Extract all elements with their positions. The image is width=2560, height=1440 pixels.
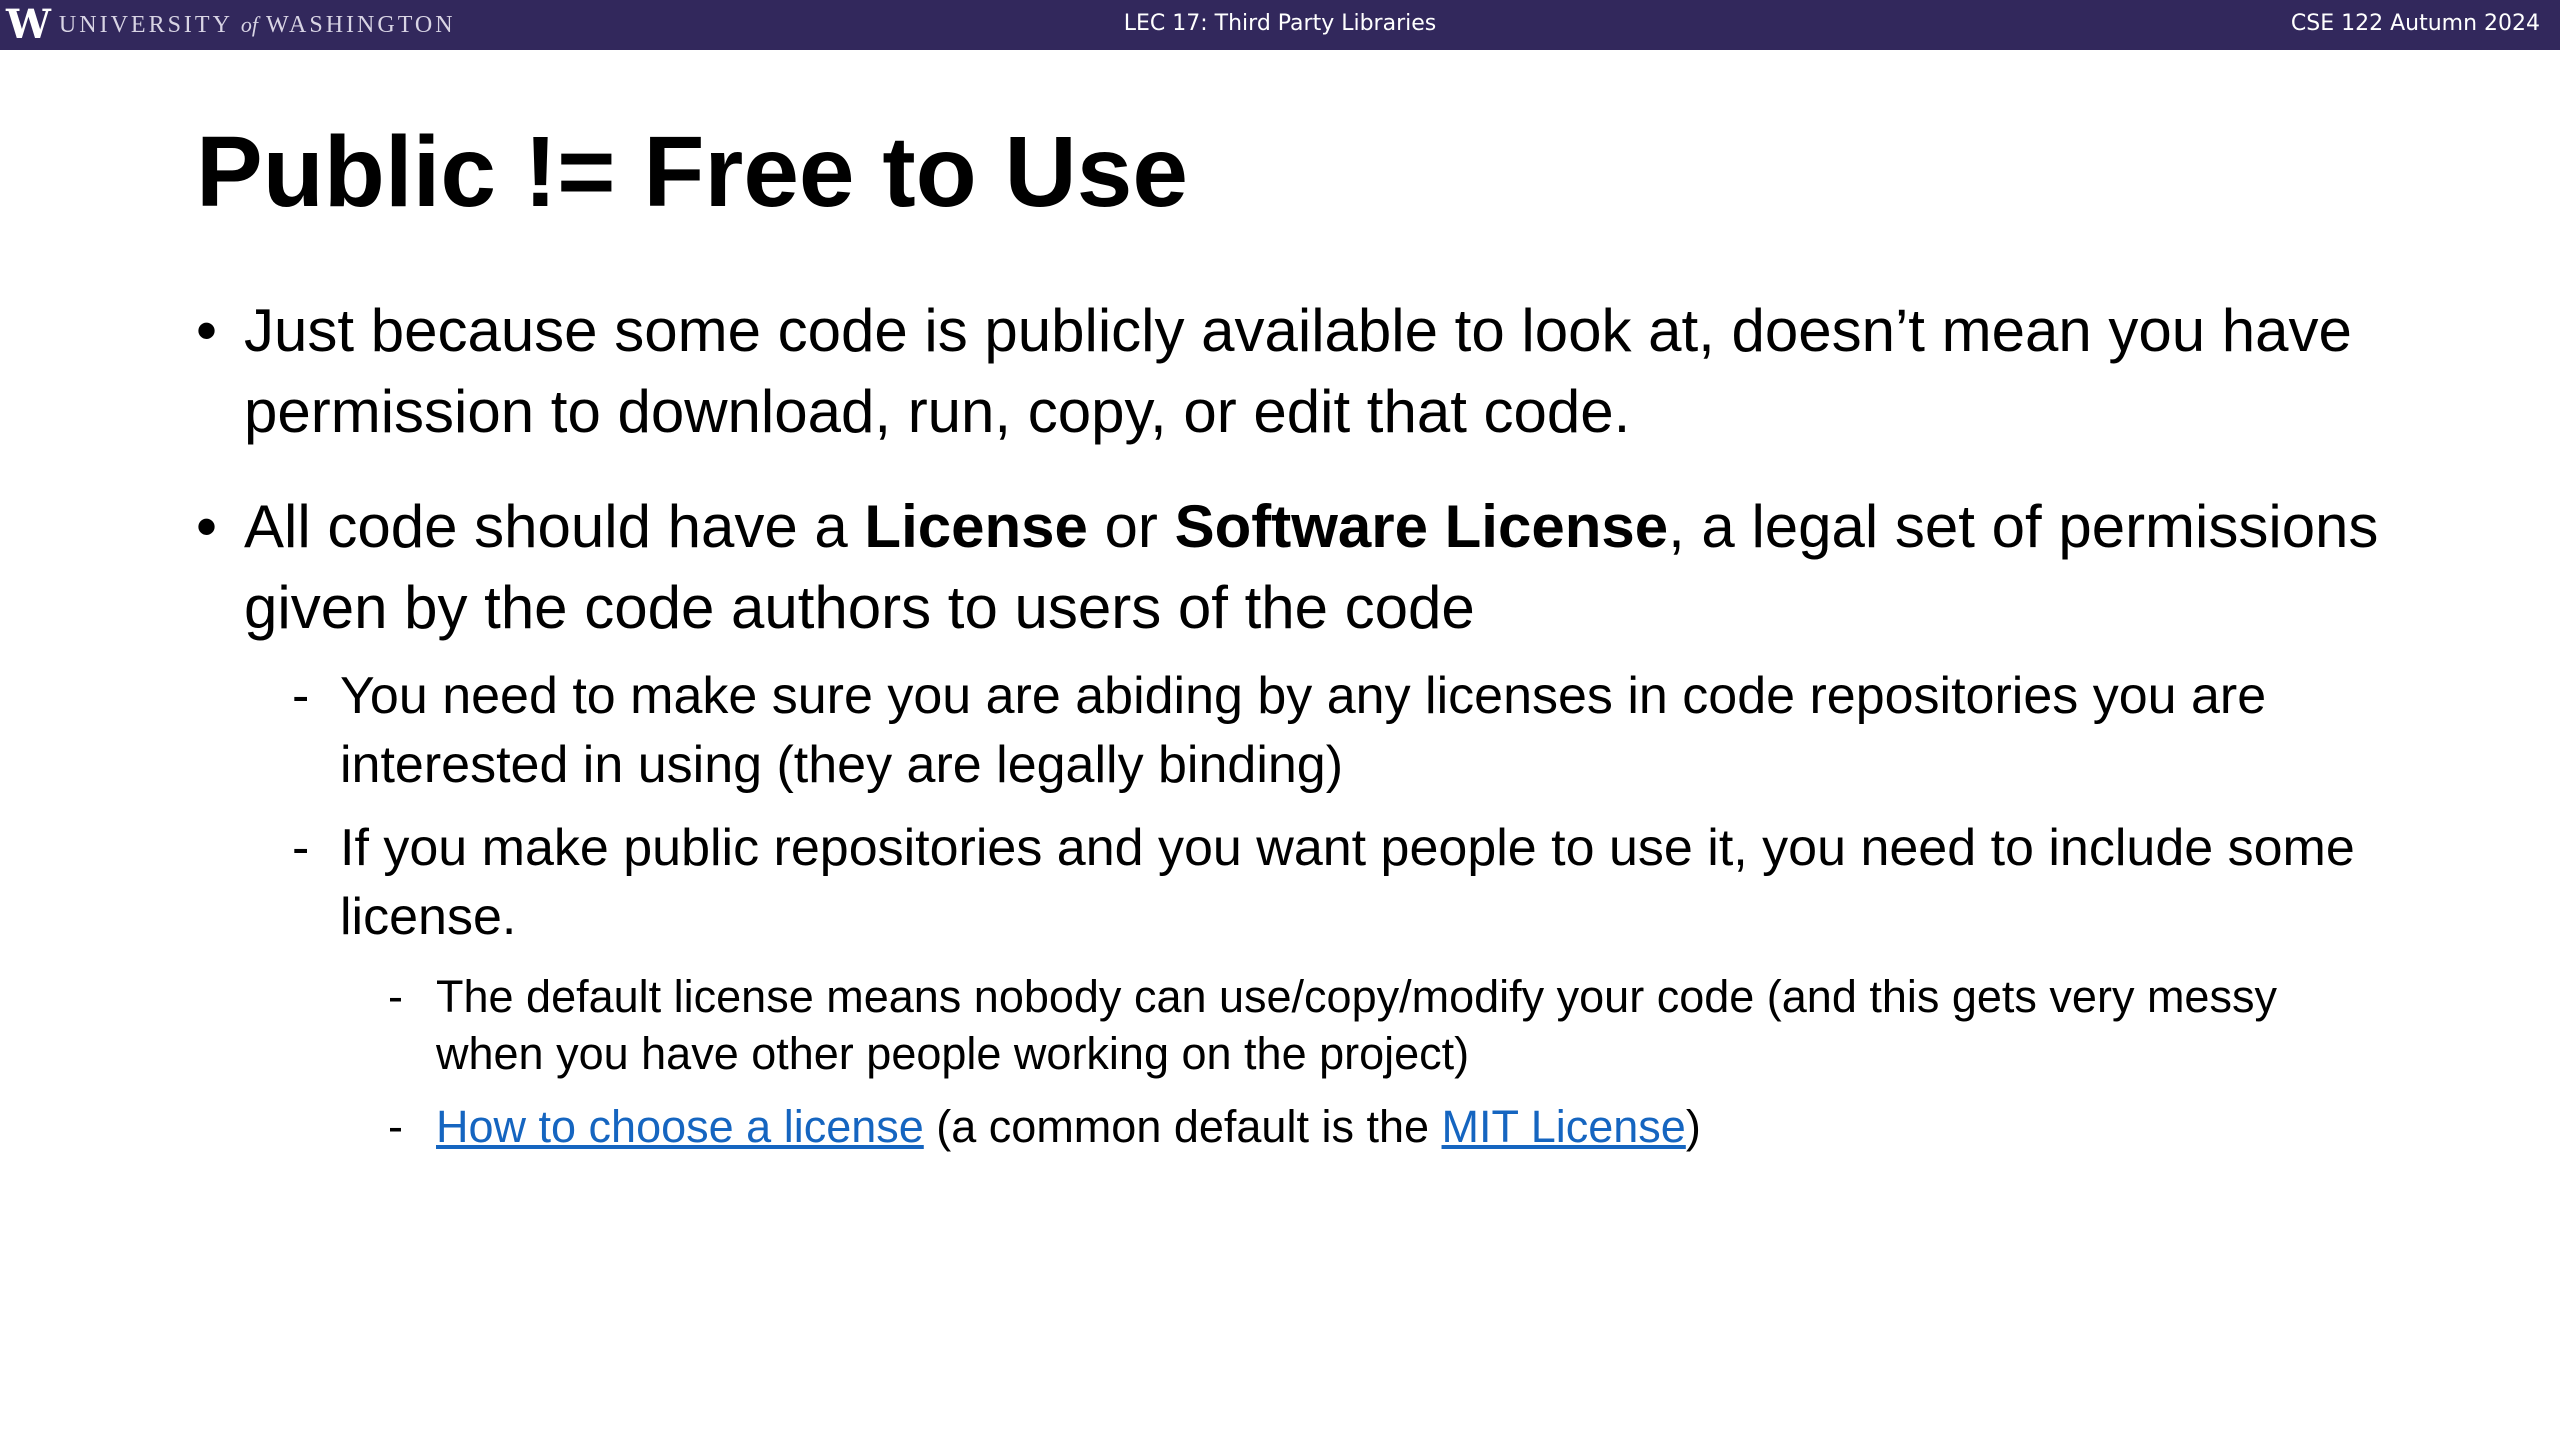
bullet-text-part: All code should have a bbox=[244, 493, 865, 560]
dash-icon: - bbox=[292, 819, 310, 877]
sub-bullet-text: You need to make sure you are abiding by… bbox=[340, 667, 2267, 794]
slide-body: • Just because some code is publicly ava… bbox=[196, 290, 2396, 1171]
bullet-text-part: or bbox=[1087, 493, 1175, 560]
header-bar: W UNIVERSITY of WASHINGTON LEC 17: Third P… bbox=[0, 0, 2560, 50]
sub-sub-bullet-text: The default license means nobody can use… bbox=[436, 971, 2277, 1079]
slide: W UNIVERSITY of WASHINGTON LEC 17: Third P… bbox=[0, 0, 2560, 1440]
lecture-title: LEC 17: Third Party Libraries bbox=[1123, 11, 1437, 36]
dash-icon: - bbox=[388, 1101, 403, 1152]
bullet-dot-icon: • bbox=[196, 297, 218, 364]
software-license-term: Software License bbox=[1174, 493, 1669, 560]
sub-sub-bullet-item: - How to choose a license (a common defa… bbox=[388, 1098, 2396, 1155]
bullet-item: • Just because some code is publicly ava… bbox=[196, 290, 2396, 452]
sub-bullet-item: - You need to make sure you are abiding … bbox=[292, 662, 2396, 800]
choose-license-link[interactable]: How to choose a license bbox=[436, 1101, 924, 1152]
license-term: License bbox=[864, 493, 1088, 560]
sub-sub-bullet-text: How to choose a license (a common defaul… bbox=[436, 1101, 1701, 1152]
bullet-text: Just because some code is publicly avail… bbox=[244, 297, 2352, 445]
dash-icon: - bbox=[292, 667, 310, 725]
link-context-text: ) bbox=[1685, 1101, 1701, 1152]
bullet-dot-icon: • bbox=[196, 493, 218, 560]
bullet-text: All code should have a License or Softwa… bbox=[244, 493, 2378, 641]
dash-icon: - bbox=[388, 971, 403, 1022]
sub-bullet-item: - If you make public repositories and yo… bbox=[292, 814, 2396, 952]
sub-sub-bullet-item: - The default license means nobody can u… bbox=[388, 968, 2396, 1082]
link-context-text: (a common default is the bbox=[923, 1101, 1442, 1152]
sub-bullet-text: If you make public repositories and you … bbox=[340, 819, 2355, 946]
slide-title: Public != Free to Use bbox=[196, 116, 1188, 228]
mit-license-link[interactable]: MIT License bbox=[1442, 1101, 1686, 1152]
course-label: CSE 122 Autumn 2024 bbox=[2290, 11, 2540, 36]
bullet-item: • All code should have a License or Soft… bbox=[196, 486, 2396, 648]
